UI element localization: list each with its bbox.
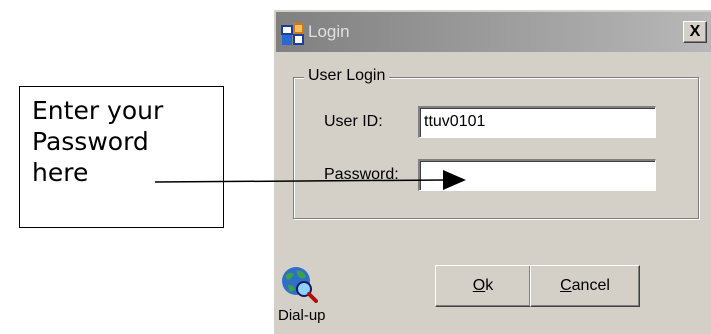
annotation-line-1: Enter your [32, 96, 164, 125]
user-id-input[interactable]: ttuv0101 [418, 106, 656, 138]
ok-button[interactable]: Ok [435, 265, 531, 307]
login-app-icon [281, 23, 304, 45]
screenshot-stage: Enter your Password here Login X User Lo… [0, 0, 711, 334]
password-input[interactable] [418, 159, 656, 191]
globe-magnifier-icon[interactable] [280, 265, 318, 303]
ok-label-rest: k [485, 277, 494, 294]
cancel-button[interactable]: Cancel [530, 265, 640, 307]
title-bar[interactable]: Login X [276, 12, 711, 52]
close-icon: X [689, 23, 701, 40]
annotation-line-2: Password [32, 127, 149, 156]
login-dialog: Login X User Login User ID: ttuv0101 Pas… [273, 9, 711, 334]
dialog-title: Login [308, 22, 350, 41]
group-title: User Login [304, 66, 390, 86]
password-label: Password: [324, 166, 399, 183]
ok-mnemonic: O [472, 277, 486, 294]
user-id-label: User ID: [324, 113, 383, 130]
annotation-callout: Enter your Password here [19, 86, 224, 228]
annotation-line-3: here [32, 158, 89, 187]
user-login-groupbox [293, 77, 699, 219]
dialup-label: Dial-up [278, 307, 326, 324]
close-button[interactable]: X [683, 21, 707, 43]
cancel-mnemonic: C [560, 277, 572, 294]
cancel-label-rest: ancel [571, 277, 610, 294]
